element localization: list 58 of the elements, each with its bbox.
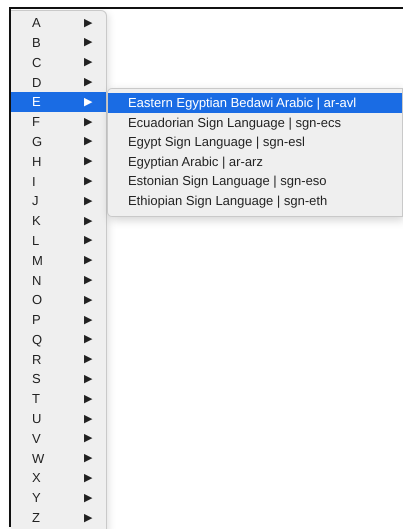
menu-item[interactable]: Q ▶	[11, 330, 106, 350]
submenu-arrow-icon: ▶	[84, 34, 92, 51]
submenu-item[interactable]: Ethiopian Sign Language | sgn-eth	[108, 190, 402, 210]
menu-item[interactable]: D ▶	[11, 72, 106, 92]
submenu-arrow-icon: ▶	[84, 153, 92, 170]
submenu-arrow-icon: ▶	[84, 232, 92, 249]
submenu-arrow-icon: ▶	[84, 370, 92, 388]
submenu-arrow-icon: ▶	[84, 133, 92, 150]
menu-item[interactable]: C ▶	[11, 52, 106, 72]
submenu-arrow-icon: ▶	[84, 252, 92, 269]
submenu-arrow-icon: ▶	[84, 430, 92, 447]
submenu-arrow-icon: ▶	[84, 192, 92, 210]
submenu-arrow-icon: ▶	[84, 173, 92, 190]
submenu-arrow-icon: ▶	[84, 114, 92, 130]
menu-item[interactable]: B ▶	[11, 32, 106, 53]
submenu-arrow-icon: ▶	[84, 450, 92, 467]
menu-item[interactable]: Y ▶	[11, 488, 106, 508]
submenu-item[interactable]: Egypt Sign Language | sgn-esl	[108, 132, 402, 152]
submenu-item[interactable]: Estonian Sign Language | sgn-eso	[108, 171, 402, 190]
submenu-item[interactable]: Ecuadorian Sign Language | sgn-ecs	[108, 112, 402, 132]
submenu-arrow-icon: ▶	[84, 490, 92, 506]
submenu-item[interactable]: Eastern Egyptian Bedawi Arabic | ar-avl	[108, 93, 402, 112]
submenu-arrow-icon: ▶	[84, 272, 92, 288]
submenu-arrow-icon: ▶	[84, 14, 92, 32]
submenu-arrow-icon: ▶	[84, 212, 92, 230]
submenu-arrow-icon: ▶	[84, 312, 92, 328]
submenu-arrow-icon: ▶	[84, 470, 92, 486]
menu-item[interactable]: K ▶	[11, 210, 106, 231]
menu-item[interactable]: A ▶	[11, 13, 106, 33]
submenu-arrow-icon: ▶	[84, 510, 92, 526]
menu-item[interactable]: O ▶	[11, 290, 106, 310]
submenu-item[interactable]: Egyptian Arabic | ar-arz	[108, 152, 402, 171]
menu-item[interactable]: W ▶	[11, 448, 106, 468]
menu-item[interactable]: G ▶	[11, 132, 106, 152]
menu-item[interactable]: L ▶	[11, 230, 106, 251]
menu-item[interactable]: F ▶	[11, 112, 106, 132]
menu-item[interactable]: P ▶	[11, 310, 106, 330]
menu-item[interactable]: T ▶	[11, 389, 106, 409]
submenu-arrow-icon: ▶	[84, 94, 92, 110]
menu-item[interactable]: J ▶	[11, 191, 106, 211]
menu-item[interactable]: V ▶	[11, 428, 106, 449]
submenu-arrow-icon: ▶	[84, 410, 92, 428]
submenu-arrow-icon: ▶	[84, 390, 92, 408]
submenu-arrow-icon: ▶	[84, 331, 92, 348]
menu-item[interactable]: U ▶	[11, 408, 106, 429]
menu-item[interactable]: N ▶	[11, 270, 106, 290]
menu-item[interactable]: M ▶	[11, 250, 106, 270]
submenu-arrow-icon: ▶	[84, 292, 92, 308]
submenu-arrow-icon: ▶	[84, 54, 92, 71]
submenu-arrow-icon: ▶	[84, 74, 92, 91]
menu-item[interactable]: Z ▶	[11, 508, 106, 528]
menu-item[interactable]: R ▶	[11, 350, 106, 370]
menu-item[interactable]: S ▶	[11, 369, 106, 390]
menu-item[interactable]: I ▶	[11, 171, 106, 192]
menu-item[interactable]: X ▶	[11, 468, 106, 488]
menu-item[interactable]: E ▶	[11, 92, 106, 112]
submenu-arrow-icon: ▶	[84, 351, 92, 368]
menu-item[interactable]: H ▶	[11, 152, 106, 172]
